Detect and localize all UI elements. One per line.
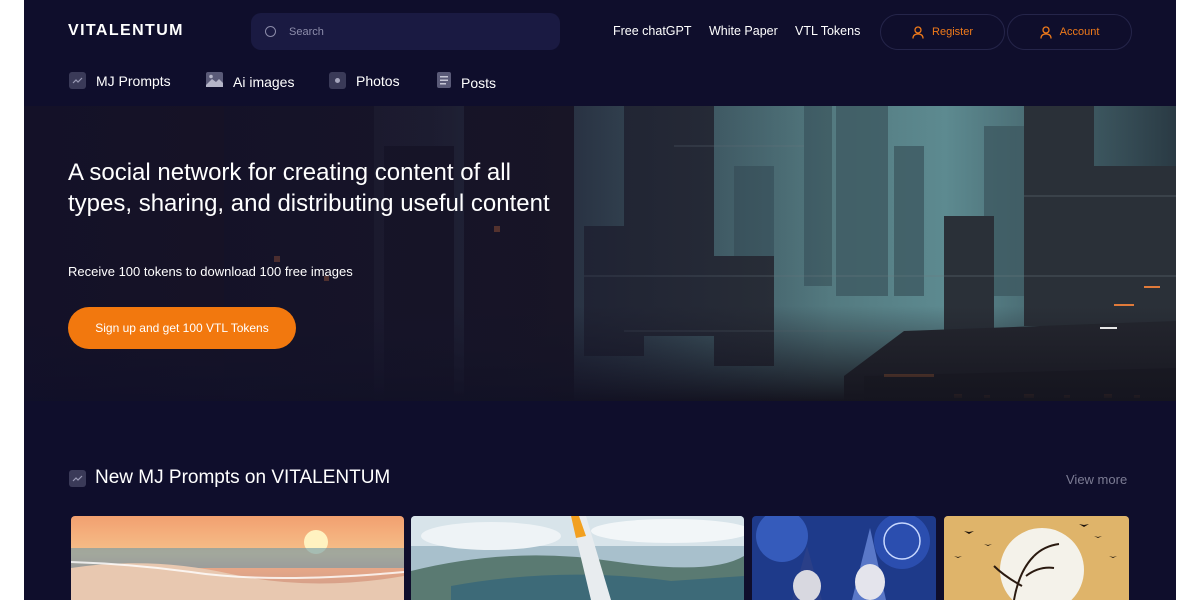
user-icon <box>1039 25 1052 39</box>
search-box[interactable] <box>251 13 560 50</box>
user-icon <box>912 25 924 39</box>
search-input[interactable] <box>289 13 539 50</box>
sunset-beach-image <box>71 516 404 600</box>
trend-icon <box>69 72 86 89</box>
airplane-wing-image <box>411 516 744 600</box>
subnav-label: MJ Prompts <box>96 72 171 89</box>
prompt-card-wizards[interactable] <box>752 516 936 600</box>
subnav-item-ai-images[interactable]: Ai images <box>206 72 294 92</box>
subnav-item-photos[interactable]: Photos <box>329 72 400 89</box>
header: VITALENTUM Free chatGPT White Paper VTL … <box>24 0 1176 106</box>
subnav-item-mj-prompts[interactable]: MJ Prompts <box>69 72 171 89</box>
search-icon <box>265 26 276 37</box>
image-icon <box>206 72 223 92</box>
hero-title: A social network for creating content of… <box>68 159 550 217</box>
slider-indicator[interactable] <box>1100 327 1117 329</box>
section-header: New MJ Prompts on VITALENTUM <box>69 466 390 490</box>
link-free-chatgpt[interactable]: Free chatGPT <box>613 24 692 38</box>
full-moon-image <box>944 516 1129 600</box>
wizards-image <box>752 516 936 600</box>
logo[interactable]: VITALENTUM <box>68 22 184 40</box>
register-button[interactable]: Register <box>880 14 1005 50</box>
document-icon <box>437 72 451 93</box>
account-button[interactable]: Account <box>1007 14 1132 50</box>
subnav-item-posts[interactable]: Posts <box>437 72 496 93</box>
trend-icon <box>69 469 86 487</box>
hero-banner: A social network for creating content of… <box>24 106 1176 401</box>
subnav-label: Ai images <box>233 74 295 90</box>
signup-cta-button[interactable]: Sign up and get 100 VTL Tokens <box>68 307 296 349</box>
view-more-link[interactable]: View more <box>1066 472 1127 487</box>
subnav-label: Posts <box>461 74 497 91</box>
hero-subtitle: Receive 100 tokens to download 100 free … <box>68 264 353 279</box>
camera-icon <box>329 72 346 89</box>
link-vtl-tokens[interactable]: VTL Tokens <box>795 24 860 38</box>
prompt-card-sunset-beach[interactable] <box>71 516 404 600</box>
prompt-card-moon[interactable] <box>944 516 1129 600</box>
prompt-card-airplane[interactable] <box>411 516 744 600</box>
account-label: Account <box>1059 26 1100 38</box>
hero-city-image <box>24 106 1176 401</box>
register-label: Register <box>932 26 973 38</box>
page: VITALENTUM Free chatGPT White Paper VTL … <box>24 0 1176 600</box>
section-title: New MJ Prompts on VITALENTUM <box>95 467 391 488</box>
link-white-paper[interactable]: White Paper <box>709 24 778 38</box>
subnav-label: Photos <box>356 72 400 89</box>
